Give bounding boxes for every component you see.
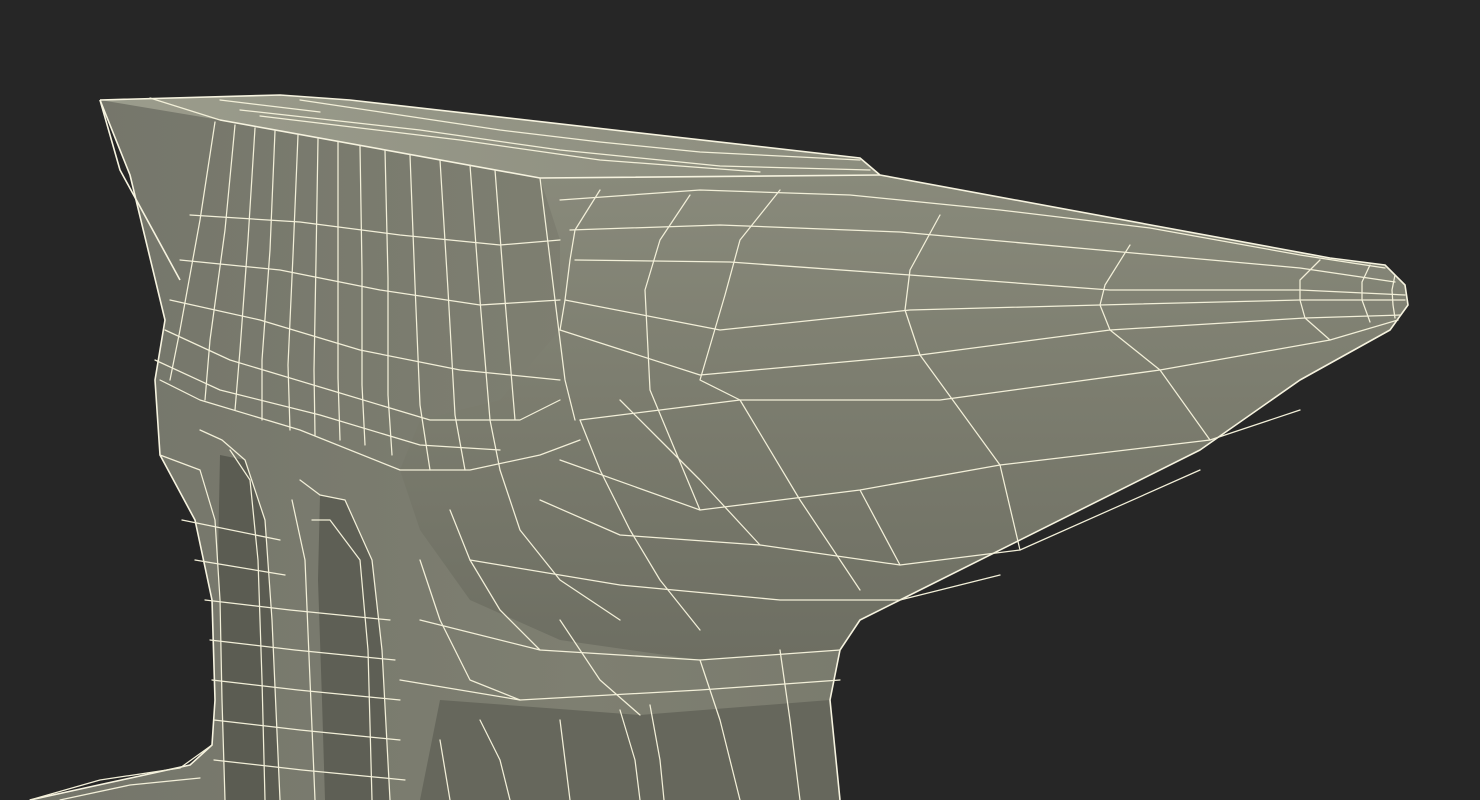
under-horn-shadow xyxy=(420,700,840,800)
3d-viewport[interactable] xyxy=(0,0,1480,800)
anvil-model-render xyxy=(29,94,1409,800)
